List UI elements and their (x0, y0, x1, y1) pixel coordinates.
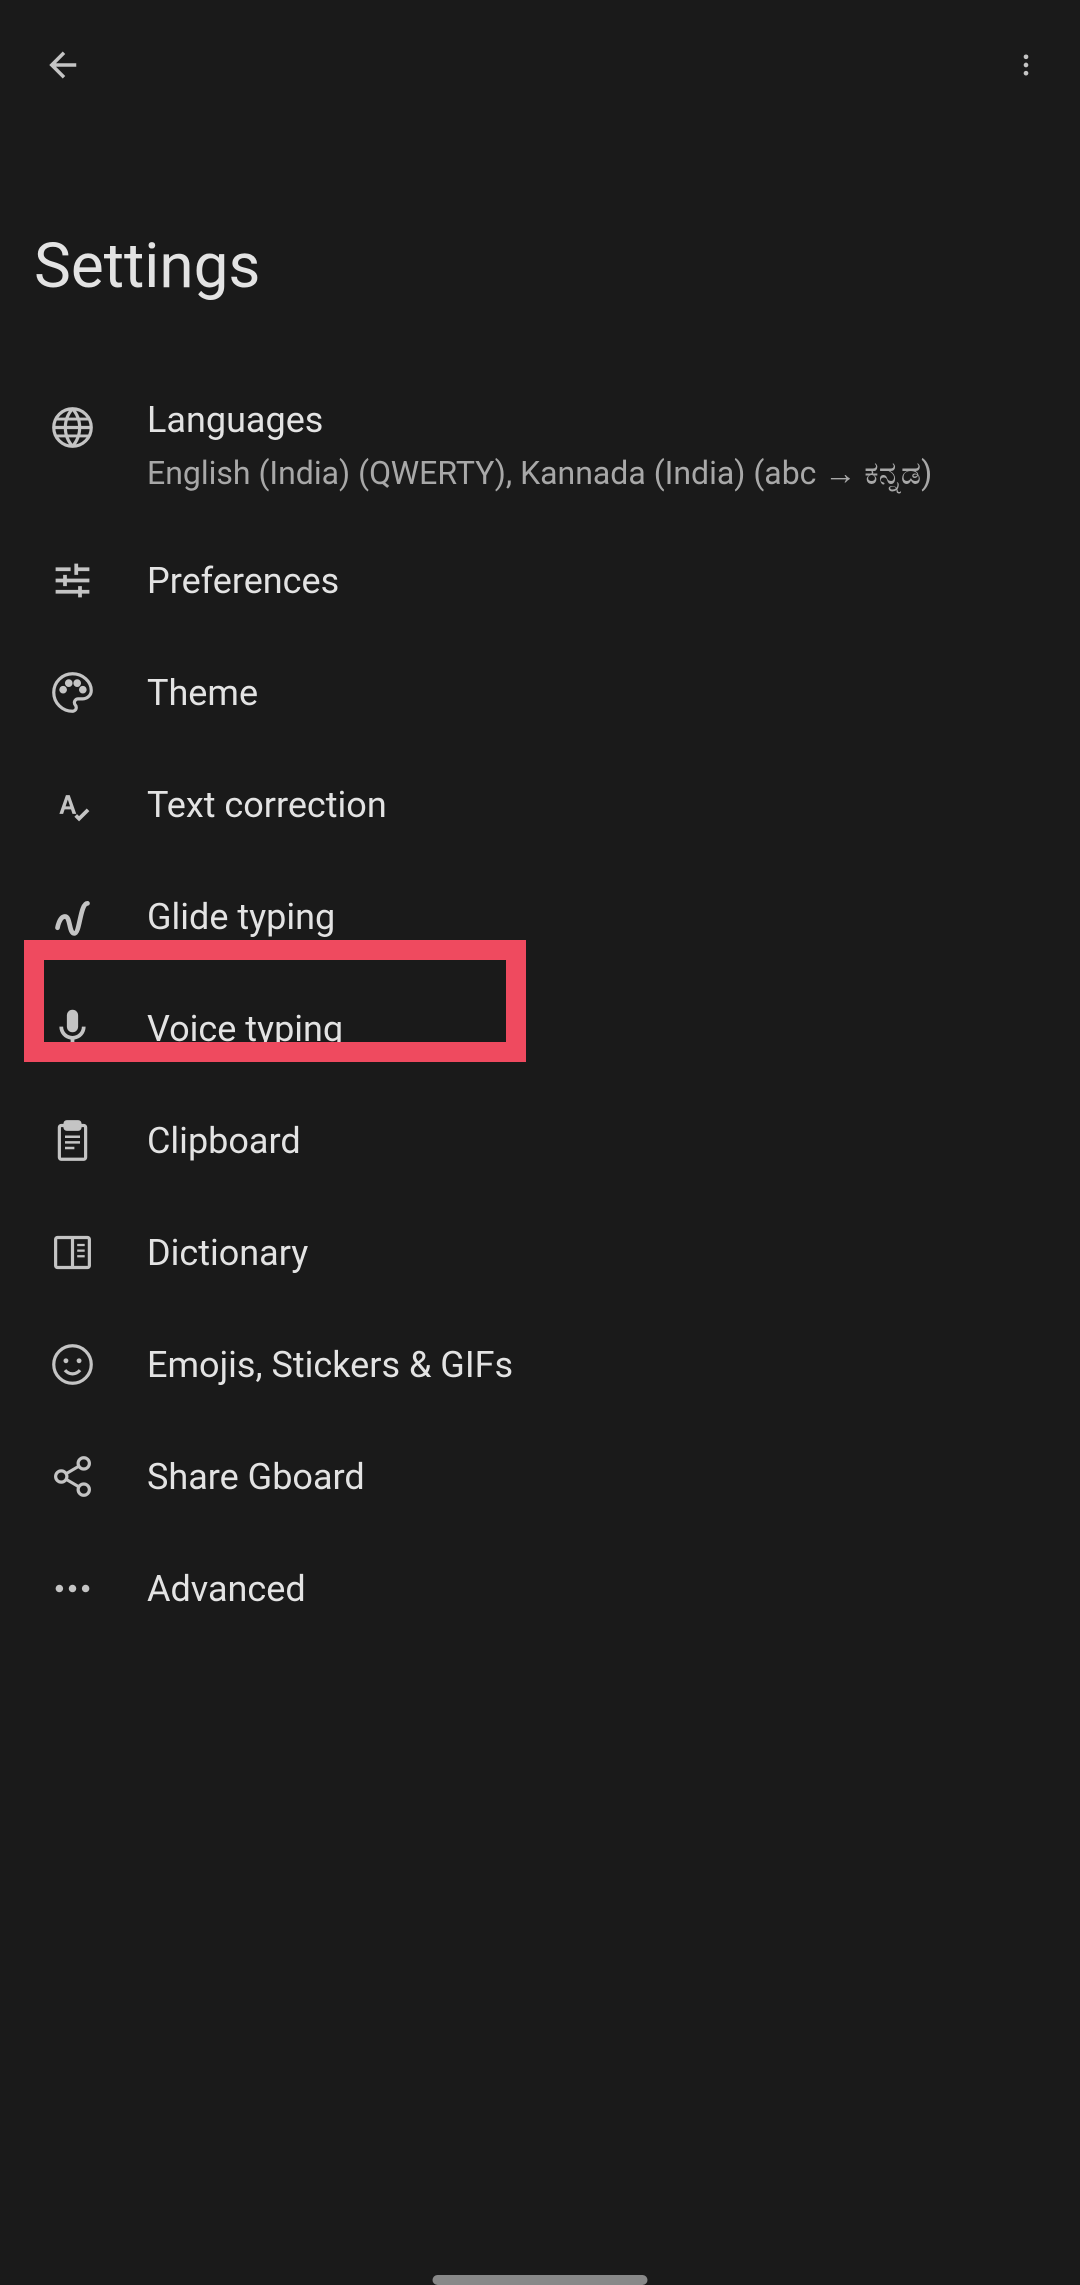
item-text: Text correction (147, 782, 1050, 829)
settings-list: Languages English (India) (QWERTY), Kann… (0, 353, 1080, 1645)
dots-horizontal-icon (50, 1566, 95, 1611)
item-label: Share Gboard (147, 1454, 1050, 1501)
item-text: Share Gboard (147, 1454, 1050, 1501)
title-section: Settings (0, 130, 1080, 353)
item-label: Preferences (147, 558, 1050, 605)
item-text: Preferences (147, 558, 1050, 605)
clipboard-icon (50, 1118, 95, 1163)
squiggle-icon (50, 894, 95, 939)
more-vertical-icon (1012, 51, 1040, 79)
list-item-text-correction[interactable]: Text correction (0, 749, 1080, 861)
list-item-languages[interactable]: Languages English (India) (QWERTY), Kann… (0, 373, 1080, 525)
item-text: Languages English (India) (QWERTY), Kann… (147, 397, 1050, 495)
item-text: Advanced (147, 1566, 1050, 1613)
item-text: Voice typing (147, 1006, 1050, 1053)
list-item-dictionary[interactable]: Dictionary (0, 1197, 1080, 1309)
nav-indicator (433, 2275, 648, 2285)
item-label: Advanced (147, 1566, 1050, 1613)
list-item-advanced[interactable]: Advanced (0, 1533, 1080, 1645)
share-icon (50, 1454, 95, 1499)
item-text: Clipboard (147, 1118, 1050, 1165)
mic-icon (50, 1006, 95, 1051)
palette-icon (50, 670, 95, 715)
item-label: Text correction (147, 782, 1050, 829)
item-label: Languages (147, 397, 1050, 444)
item-label: Dictionary (147, 1230, 1050, 1277)
book-icon (50, 1230, 95, 1275)
item-label: Emojis, Stickers & GIFs (147, 1342, 1050, 1389)
item-label: Glide typing (147, 894, 1050, 941)
globe-icon (50, 405, 95, 450)
item-text: Glide typing (147, 894, 1050, 941)
item-label: Theme (147, 670, 1050, 717)
item-label: Voice typing (147, 1006, 1050, 1053)
item-text: Theme (147, 670, 1050, 717)
text-check-icon (50, 782, 95, 827)
list-item-theme[interactable]: Theme (0, 637, 1080, 749)
list-item-clipboard[interactable]: Clipboard (0, 1085, 1080, 1197)
smile-icon (50, 1342, 95, 1387)
item-subtitle: English (India) (QWERTY), Kannada (India… (147, 452, 1050, 495)
list-item-voice-typing[interactable]: Voice typing (0, 973, 1080, 1085)
more-options-button[interactable] (1002, 41, 1050, 89)
back-arrow-icon (43, 44, 85, 86)
list-item-share[interactable]: Share Gboard (0, 1421, 1080, 1533)
page-title: Settings (34, 230, 1050, 303)
header-bar (0, 0, 1080, 130)
item-label: Clipboard (147, 1118, 1050, 1165)
back-button[interactable] (40, 41, 88, 89)
list-item-glide-typing[interactable]: Glide typing (0, 861, 1080, 973)
sliders-icon (50, 558, 95, 603)
list-item-emojis[interactable]: Emojis, Stickers & GIFs (0, 1309, 1080, 1421)
item-text: Dictionary (147, 1230, 1050, 1277)
list-item-preferences[interactable]: Preferences (0, 525, 1080, 637)
item-text: Emojis, Stickers & GIFs (147, 1342, 1050, 1389)
